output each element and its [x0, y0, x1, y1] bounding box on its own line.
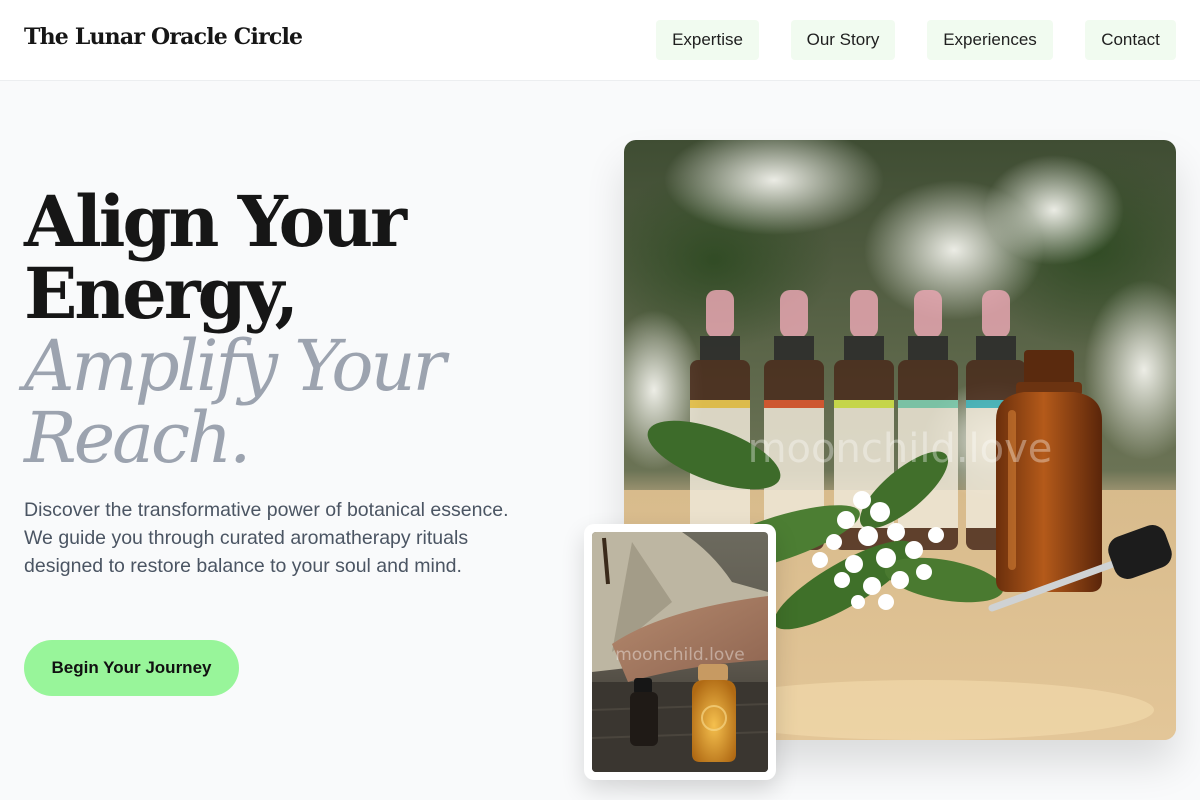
begin-journey-button[interactable]: Begin Your Journey — [24, 640, 239, 696]
headline-line-2: Energy, — [24, 252, 299, 335]
headline-line-1: Align Your — [24, 180, 407, 263]
hero-headline: Align Your Energy, Amplify Your Reach. — [24, 180, 446, 479]
main-image-watermark: moonchild.love — [748, 426, 1053, 472]
hero-description: Discover the transformative power of bot… — [24, 499, 509, 577]
nav-link-experiences[interactable]: Experiences — [927, 20, 1053, 60]
nav-link-contact[interactable]: Contact — [1085, 20, 1176, 60]
inset-image-frame: moonchild.love — [584, 524, 776, 780]
inset-image-oil-application: moonchild.love — [592, 532, 768, 772]
headline-accent-line-1: Amplify Your — [24, 325, 446, 407]
nav-link-our-story[interactable]: Our Story — [791, 20, 895, 60]
inset-image-watermark: moonchild.love — [615, 645, 745, 665]
site-header: The Lunar Oracle Circle Expertise Our St… — [0, 0, 1200, 81]
brand-logo[interactable]: The Lunar Oracle Circle — [24, 24, 303, 50]
headline-accent-line-2: Reach. — [24, 397, 251, 479]
nav-link-expertise[interactable]: Expertise — [656, 20, 759, 60]
